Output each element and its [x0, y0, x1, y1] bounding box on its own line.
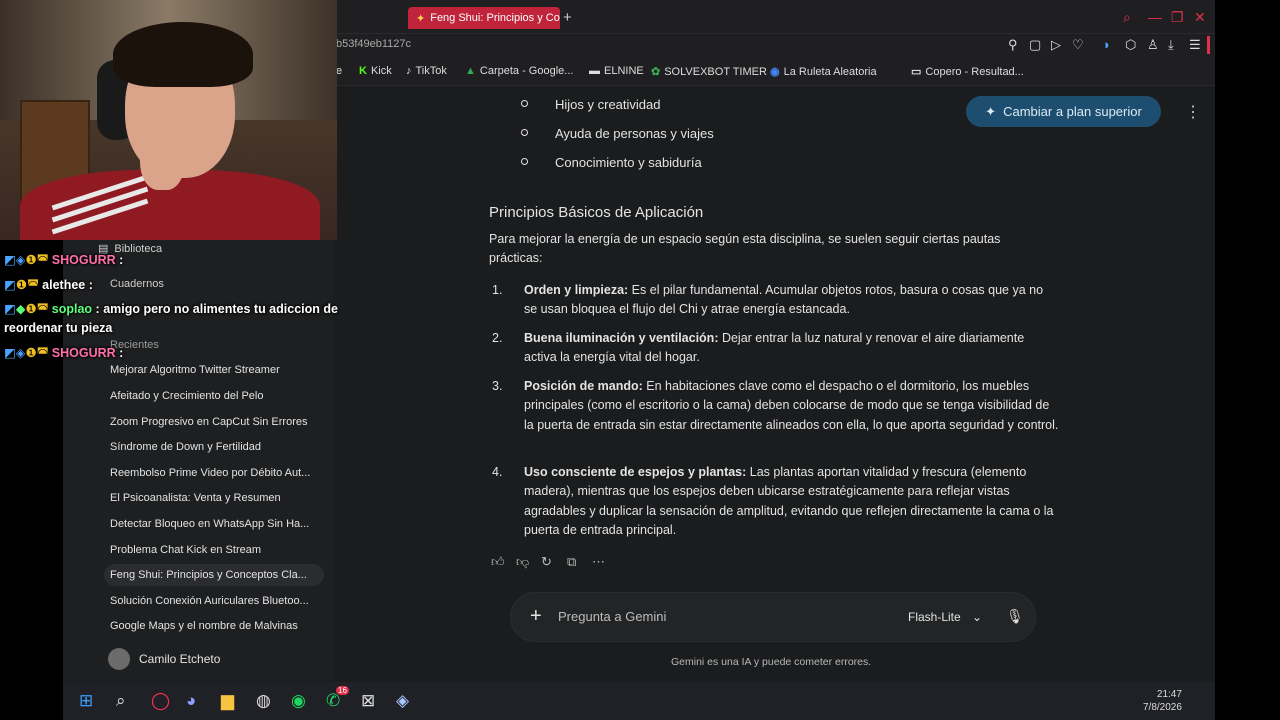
gemini-main: ✦ Cambiar a plan superior ⋮ Hijos y crea… [333, 86, 1215, 682]
chat-badges-icon: ◩❶◚ [4, 278, 40, 292]
webcam-overlay [0, 0, 337, 240]
chat-item-active[interactable]: Feng Shui: Principios y Conceptos Cla... [104, 564, 324, 586]
pin-icon[interactable]: ⚲ [1008, 37, 1018, 53]
chat-item[interactable]: Problema Chat Kick en Stream [104, 539, 324, 561]
new-tab-button[interactable]: + [563, 9, 572, 26]
copy-icon[interactable]: ⧉ [567, 554, 576, 570]
kick-icon: K [359, 65, 367, 77]
drive-icon: ▲ [465, 65, 476, 77]
bookmark-copero[interactable]: ▭ Copero - Resultad... [911, 65, 1024, 78]
address-bar[interactable]: b53f49eb1127c [336, 38, 411, 50]
user-account-row[interactable]: Camilo Etcheto ⚙ [108, 646, 360, 672]
browser-tab-active[interactable]: ✦ Feng Shui: Principios y Con [408, 7, 560, 29]
chat-item[interactable]: Reembolso Prime Video por Débito Aut... [104, 462, 324, 484]
thumbs-up-icon[interactable]: 👍︎ [491, 554, 505, 570]
more-options-icon[interactable]: ⋮ [1185, 102, 1201, 122]
profile-icon[interactable]: ♙ [1147, 37, 1159, 53]
play-icon[interactable]: ▷ [1051, 37, 1061, 53]
chat-badges-icon: ◩◈❶◚ [4, 253, 49, 267]
chat-item[interactable]: Mejorar Algoritmo Twitter Streamer [104, 359, 324, 381]
clock: 21:47 7/8/2026 [1143, 689, 1182, 713]
model-selector[interactable]: Flash-Lite ⌄ [908, 610, 982, 624]
more-icon[interactable]: ⋯ [592, 554, 605, 570]
chrome-icon: ◉ [770, 66, 780, 78]
chevron-down-icon: ⌄ [972, 610, 983, 624]
bookmark-drive[interactable]: ▲ Carpeta - Google... [465, 65, 573, 77]
stream-chat-message: ◩❶◚ alethee : [4, 278, 93, 292]
thumbs-down-icon[interactable]: 👎︎ [516, 554, 529, 570]
upgrade-plan-button[interactable]: ✦ Cambiar a plan superior [966, 96, 1161, 127]
stream-chat-message: ◩◆❶◚ soplao : amigo pero no alimentes tu … [4, 302, 338, 316]
chat-badges-icon: ◩◆❶◚ [4, 302, 49, 316]
search-icon[interactable]: ⌕ [116, 691, 126, 711]
section-heading: Principios Básicos de Aplicación [489, 204, 704, 221]
steam-icon[interactable]: ◈ [396, 691, 409, 711]
bullet-icon [521, 158, 528, 165]
avatar [108, 648, 130, 670]
notebooks-link[interactable]: Cuadernos [110, 278, 164, 290]
mic-icon[interactable]: 🎙︎ [1006, 608, 1024, 625]
bookmark-ruleta[interactable]: ◉ La Ruleta Aleatoria [770, 65, 877, 78]
regenerate-icon[interactable]: ↻ [541, 554, 552, 570]
streamer-hair [113, 22, 253, 87]
chat-item[interactable]: Solución Conexión Auriculares Bluetoo... [104, 590, 324, 612]
copero-icon: ▭ [911, 66, 922, 78]
capcut-icon[interactable]: ⊠ [361, 691, 375, 711]
extension-icon[interactable]: ◗ [1103, 37, 1111, 52]
disclaimer: Gemini es una IA y puede cometer errores… [671, 656, 872, 668]
heart-icon[interactable]: ♡ [1072, 37, 1084, 53]
puzzle-icon[interactable]: ⬡ [1125, 37, 1136, 53]
chat-item[interactable]: Síndrome de Down y Fertilidad [104, 436, 324, 458]
opera-icon[interactable]: ◯ [151, 691, 170, 711]
close-window-button[interactable]: ✕ [1194, 9, 1206, 26]
windows-start-icon[interactable]: ⊞ [79, 691, 93, 711]
bookmark-tiktok[interactable]: ♪ TikTok [406, 65, 447, 77]
tiktok-icon: ♪ [406, 65, 412, 77]
discord-icon[interactable]: ◕ [186, 691, 196, 711]
bookmark-kick[interactable]: K Kick [359, 65, 392, 77]
sparkle-icon: ✦ [985, 103, 997, 119]
whatsapp-badge: 16 [336, 686, 349, 695]
stream-chat-message-cont: reordenar tu pieza [4, 321, 113, 335]
bullet-icon [521, 100, 528, 107]
tab-title: Feng Shui: Principios y Con [430, 12, 560, 24]
chat-item[interactable]: Google Maps y el nombre de Malvinas [104, 615, 324, 637]
add-icon[interactable]: + [530, 605, 542, 628]
folder-icon[interactable]: ▆ [221, 691, 234, 711]
download-icon[interactable]: ⤓ [1168, 37, 1174, 53]
chat-item[interactable]: Zoom Progresivo en CapCut Sin Errores [104, 411, 324, 433]
prompt-box[interactable]: + Pregunta a Gemini Flash-Lite ⌄ 🎙︎ [510, 592, 1036, 642]
bookmark-elnine[interactable]: ▬ ELNINE [589, 65, 644, 77]
intro-paragraph: Para mejorar la energía de un espacio se… [489, 232, 1001, 265]
spotify-icon[interactable]: ◉ [291, 691, 306, 711]
streamer-hand [140, 120, 185, 190]
bookmark-solvexbot[interactable]: ✿ SOLVEXBOT TIMER [651, 65, 767, 78]
maximize-button[interactable]: ❐ [1171, 9, 1184, 26]
stream-chat-message: ◩◈❶◚ SHOGURR : [4, 346, 124, 360]
chat-item[interactable]: Detectar Bloqueo en WhatsApp Sin Ha... [104, 513, 324, 535]
menu-icon[interactable]: ☰ [1189, 37, 1201, 53]
elnine-icon: ▬ [589, 65, 600, 77]
solvexbot-icon: ✿ [651, 66, 661, 78]
bullet-icon [521, 129, 528, 136]
gemini-tab-icon: ✦ [416, 12, 426, 25]
taskbar: ⊞ ⌕ ◯ ◕ ▆ ◍ ◉ ✆ 16 ⊠ ◈ 21:47 7/8/2026 [63, 682, 1215, 720]
user-name: Camilo Etcheto [139, 652, 221, 666]
prompt-input[interactable]: Pregunta a Gemini [558, 609, 666, 624]
chat-item[interactable]: Afeitado y Crecimiento del Pelo [104, 385, 324, 407]
obs-icon[interactable]: ◍ [256, 691, 271, 711]
search-icon[interactable]: ⌕ [1123, 9, 1131, 26]
whatsapp-icon[interactable]: ✆ 16 [326, 686, 349, 711]
chat-badges-icon: ◩◈❶◚ [4, 346, 49, 360]
stream-chat-message: ◩◈❶◚ SHOGURR : [4, 253, 124, 267]
minimize-button[interactable]: — [1148, 9, 1162, 25]
screenshot-icon[interactable]: ▢ [1029, 37, 1041, 53]
chat-item[interactable]: El Psicoanalista: Venta y Resumen [104, 487, 324, 509]
accent-bar [1207, 36, 1210, 54]
